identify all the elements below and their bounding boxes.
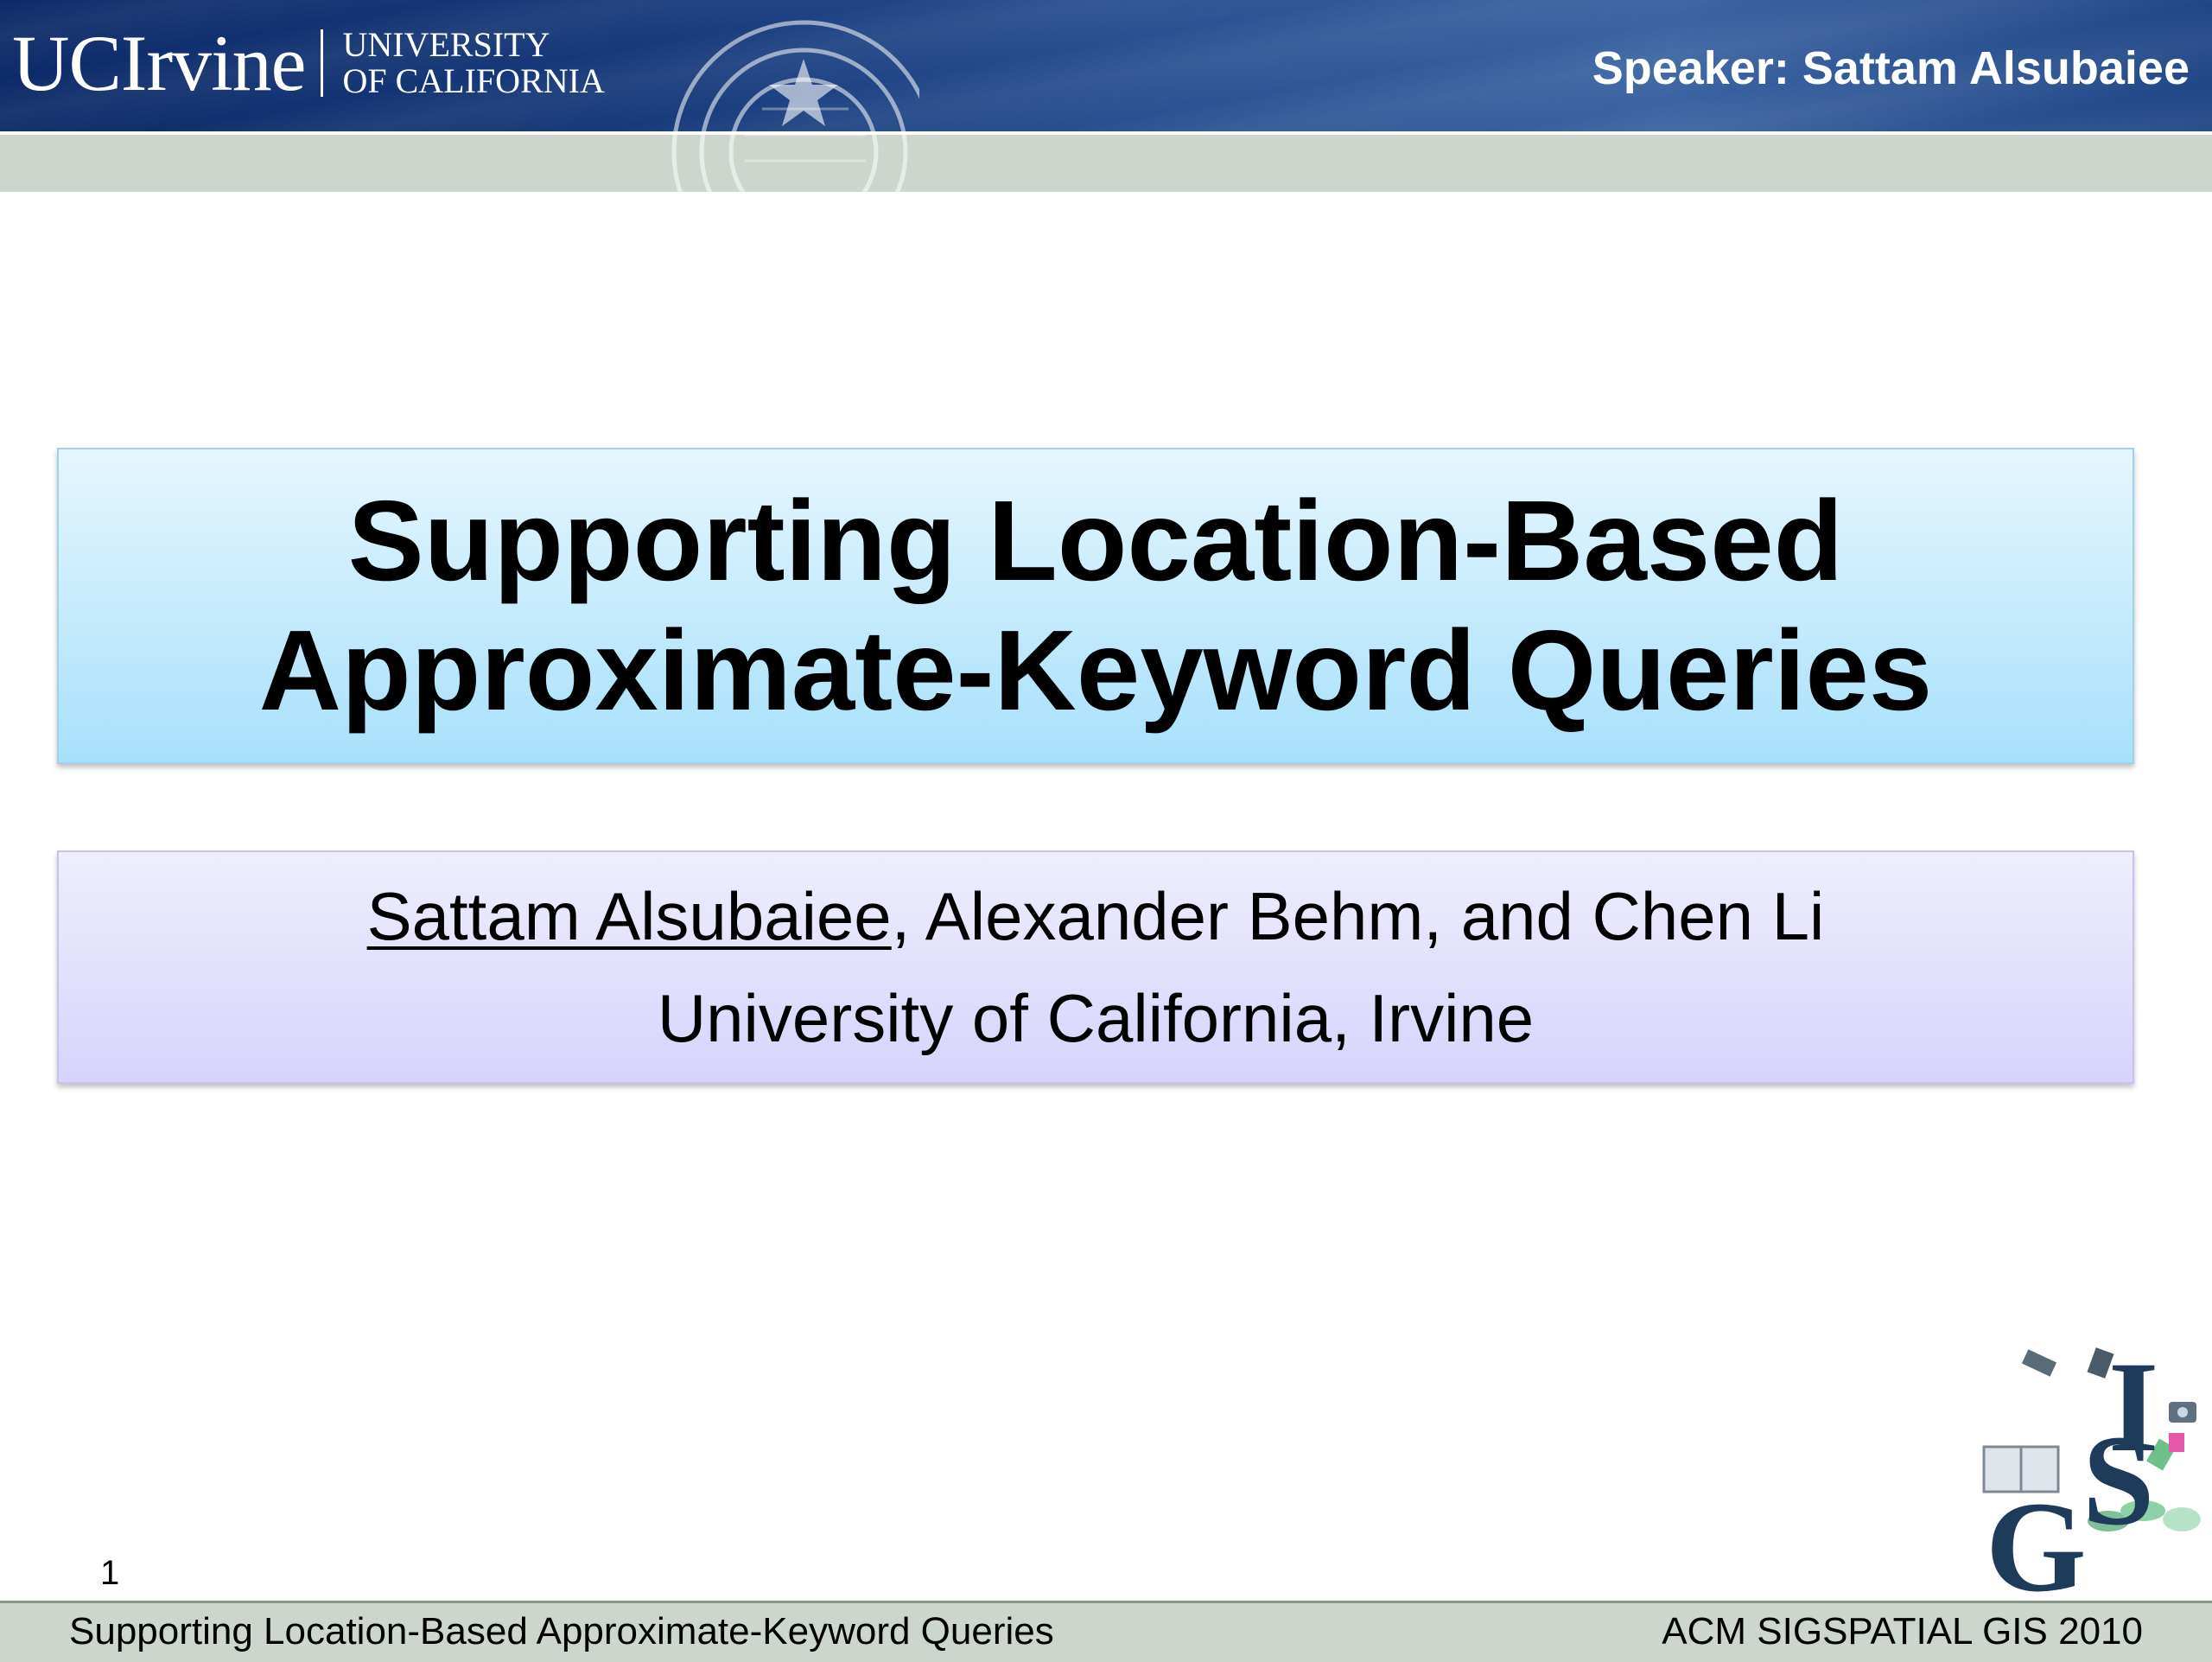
- title-line-2: Approximate-Keyword Queries: [258, 607, 1933, 734]
- speaker-label: Speaker: Sattam Alsubaiee: [1592, 42, 2190, 94]
- slide-title: Supporting Location-Based Approximate-Ke…: [259, 476, 1933, 735]
- authors-line: Sattam Alsubaiee, Alexander Behm, and Ch…: [367, 865, 1825, 967]
- presenter-name: Sattam Alsubaiee: [366, 878, 892, 954]
- svg-text:S: S: [2082, 1409, 2154, 1552]
- slide-number: 1: [100, 1554, 120, 1592]
- gis-conference-logo-icon: I S G: [1982, 1338, 2201, 1597]
- logo-university-text: UNIVERSITY OF CALIFORNIA: [342, 27, 604, 99]
- footer-title: Supporting Location-Based Approximate-Ke…: [69, 1610, 1054, 1652]
- footer-venue: ACM SIGSPATIAL GIS 2010: [1662, 1610, 2143, 1652]
- logo-divider: [321, 29, 324, 97]
- uc-seal-icon: [671, 20, 919, 239]
- title-line-1: Supporting Location-Based: [347, 477, 1844, 604]
- logo-wordmark: UCIrvine: [12, 19, 306, 107]
- banner-strip: [0, 135, 2212, 192]
- uc-irvine-logo: UCIrvine UNIVERSITY OF CALIFORNIA: [12, 16, 605, 111]
- title-box: Supporting Location-Based Approximate-Ke…: [57, 448, 2134, 764]
- svg-text:G: G: [1986, 1475, 2087, 1597]
- co-authors: , Alexander Behm, and Chen Li: [891, 878, 1825, 954]
- footer-bar: Supporting Location-Based Approximate-Ke…: [0, 1601, 2212, 1662]
- logo-univ-line1: UNIVERSITY: [342, 25, 550, 64]
- affiliation: University of California, Irvine: [657, 980, 1535, 1056]
- logo-univ-line2: OF CALIFORNIA: [342, 61, 605, 100]
- authors-box: Sattam Alsubaiee, Alexander Behm, and Ch…: [57, 850, 2134, 1084]
